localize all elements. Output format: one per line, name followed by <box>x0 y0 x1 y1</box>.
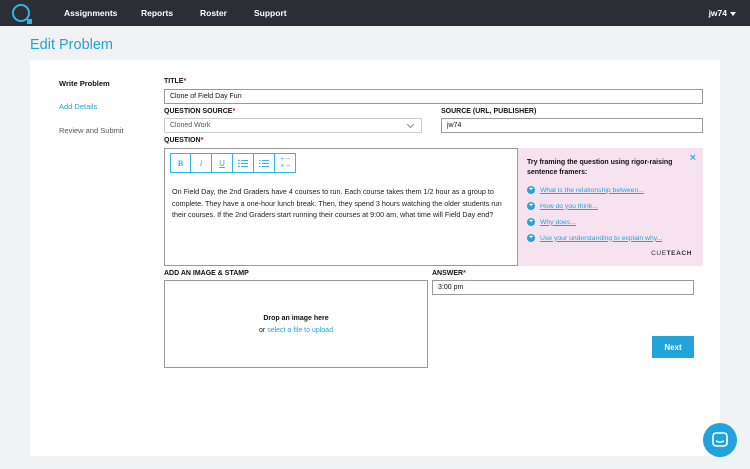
image-dropzone[interactable]: Drop an image here or select a file to u… <box>164 280 428 368</box>
tips-heading: Try framing the question using rigor-rai… <box>527 159 673 176</box>
numbered-list-icon[interactable] <box>254 153 275 173</box>
drop-text: Drop an image here <box>263 315 329 322</box>
question-source-value: Cloned Work <box>170 122 211 129</box>
plus-circle-icon: + <box>527 234 535 242</box>
user-name: jw74 <box>708 8 727 18</box>
page-title: Edit Problem <box>30 37 114 53</box>
chat-launcher-button[interactable] <box>703 423 737 457</box>
question-label: QUESTION* <box>164 137 204 144</box>
plus-circle-icon: + <box>527 186 535 194</box>
question-text[interactable]: On Field Day, the 2nd Graders have 4 cou… <box>172 186 512 221</box>
chevron-down-icon <box>406 120 415 129</box>
drop-subtext: or select a file to upload <box>259 327 333 334</box>
step-review-submit[interactable]: Review and Submit <box>59 126 124 135</box>
source-label: SOURCE (URL, PUBLISHER) <box>441 108 537 115</box>
nav-roster[interactable]: Roster <box>200 8 227 18</box>
title-input[interactable]: Clone of Field Day Fun <box>164 89 703 104</box>
chat-icon <box>712 432 728 447</box>
underline-button[interactable]: U <box>212 153 233 173</box>
framer-link-why-does[interactable]: + Why does... <box>527 218 576 226</box>
sentence-framers-panel: × Try framing the question using rigor-r… <box>518 148 703 266</box>
title-label: TITLE* <box>164 78 187 85</box>
math-symbols-bottom: × ÷ <box>280 163 290 170</box>
question-editor[interactable]: B I U + − × ÷ On Field Day, the 2nd Grad… <box>164 148 518 266</box>
user-menu[interactable]: jw74 <box>709 8 736 18</box>
nav-reports[interactable]: Reports <box>141 8 173 18</box>
editor-toolbar: B I U + − × ÷ <box>170 153 296 173</box>
bold-button[interactable]: B <box>170 153 191 173</box>
step-add-details[interactable]: Add Details <box>59 102 97 111</box>
nav-assignments[interactable]: Assignments <box>64 8 117 18</box>
question-source-select[interactable]: Cloned Work <box>164 118 422 133</box>
image-label: ADD AN IMAGE & STAMP <box>164 270 249 277</box>
framer-link-how-think[interactable]: + How do you think... <box>527 202 598 210</box>
framer-link-relationship[interactable]: + What is the relationship between... <box>527 186 644 194</box>
math-symbols-top: + − <box>279 156 291 163</box>
plus-circle-icon: + <box>527 202 535 210</box>
top-nav-bar: Assignments Reports Roster Support jw74 <box>0 0 750 26</box>
edit-problem-card: Write Problem Add Details Review and Sub… <box>30 60 720 456</box>
framer-link-explain-why[interactable]: + Use your understanding to explain why..… <box>527 234 662 242</box>
plus-circle-icon: + <box>527 218 535 226</box>
source-input[interactable]: jw74 <box>441 118 703 133</box>
close-icon[interactable]: × <box>690 152 696 164</box>
answer-input[interactable]: 3:00 pm <box>432 280 694 295</box>
answer-label: ANSWER* <box>432 270 466 277</box>
nav-support[interactable]: Support <box>254 8 287 18</box>
step-write-problem[interactable]: Write Problem <box>59 79 110 88</box>
next-button[interactable]: Next <box>652 336 694 358</box>
math-symbols-icon[interactable]: + − × ÷ <box>275 153 296 173</box>
italic-button[interactable]: I <box>191 153 212 173</box>
bulleted-list-icon[interactable] <box>233 153 254 173</box>
select-file-link[interactable]: select a file to upload <box>267 327 333 334</box>
question-source-label: QUESTION SOURCE* <box>164 108 236 115</box>
chevron-down-icon <box>730 11 736 16</box>
app-logo-icon[interactable] <box>12 4 32 24</box>
cueteach-logo: CUETEACH <box>651 250 692 257</box>
